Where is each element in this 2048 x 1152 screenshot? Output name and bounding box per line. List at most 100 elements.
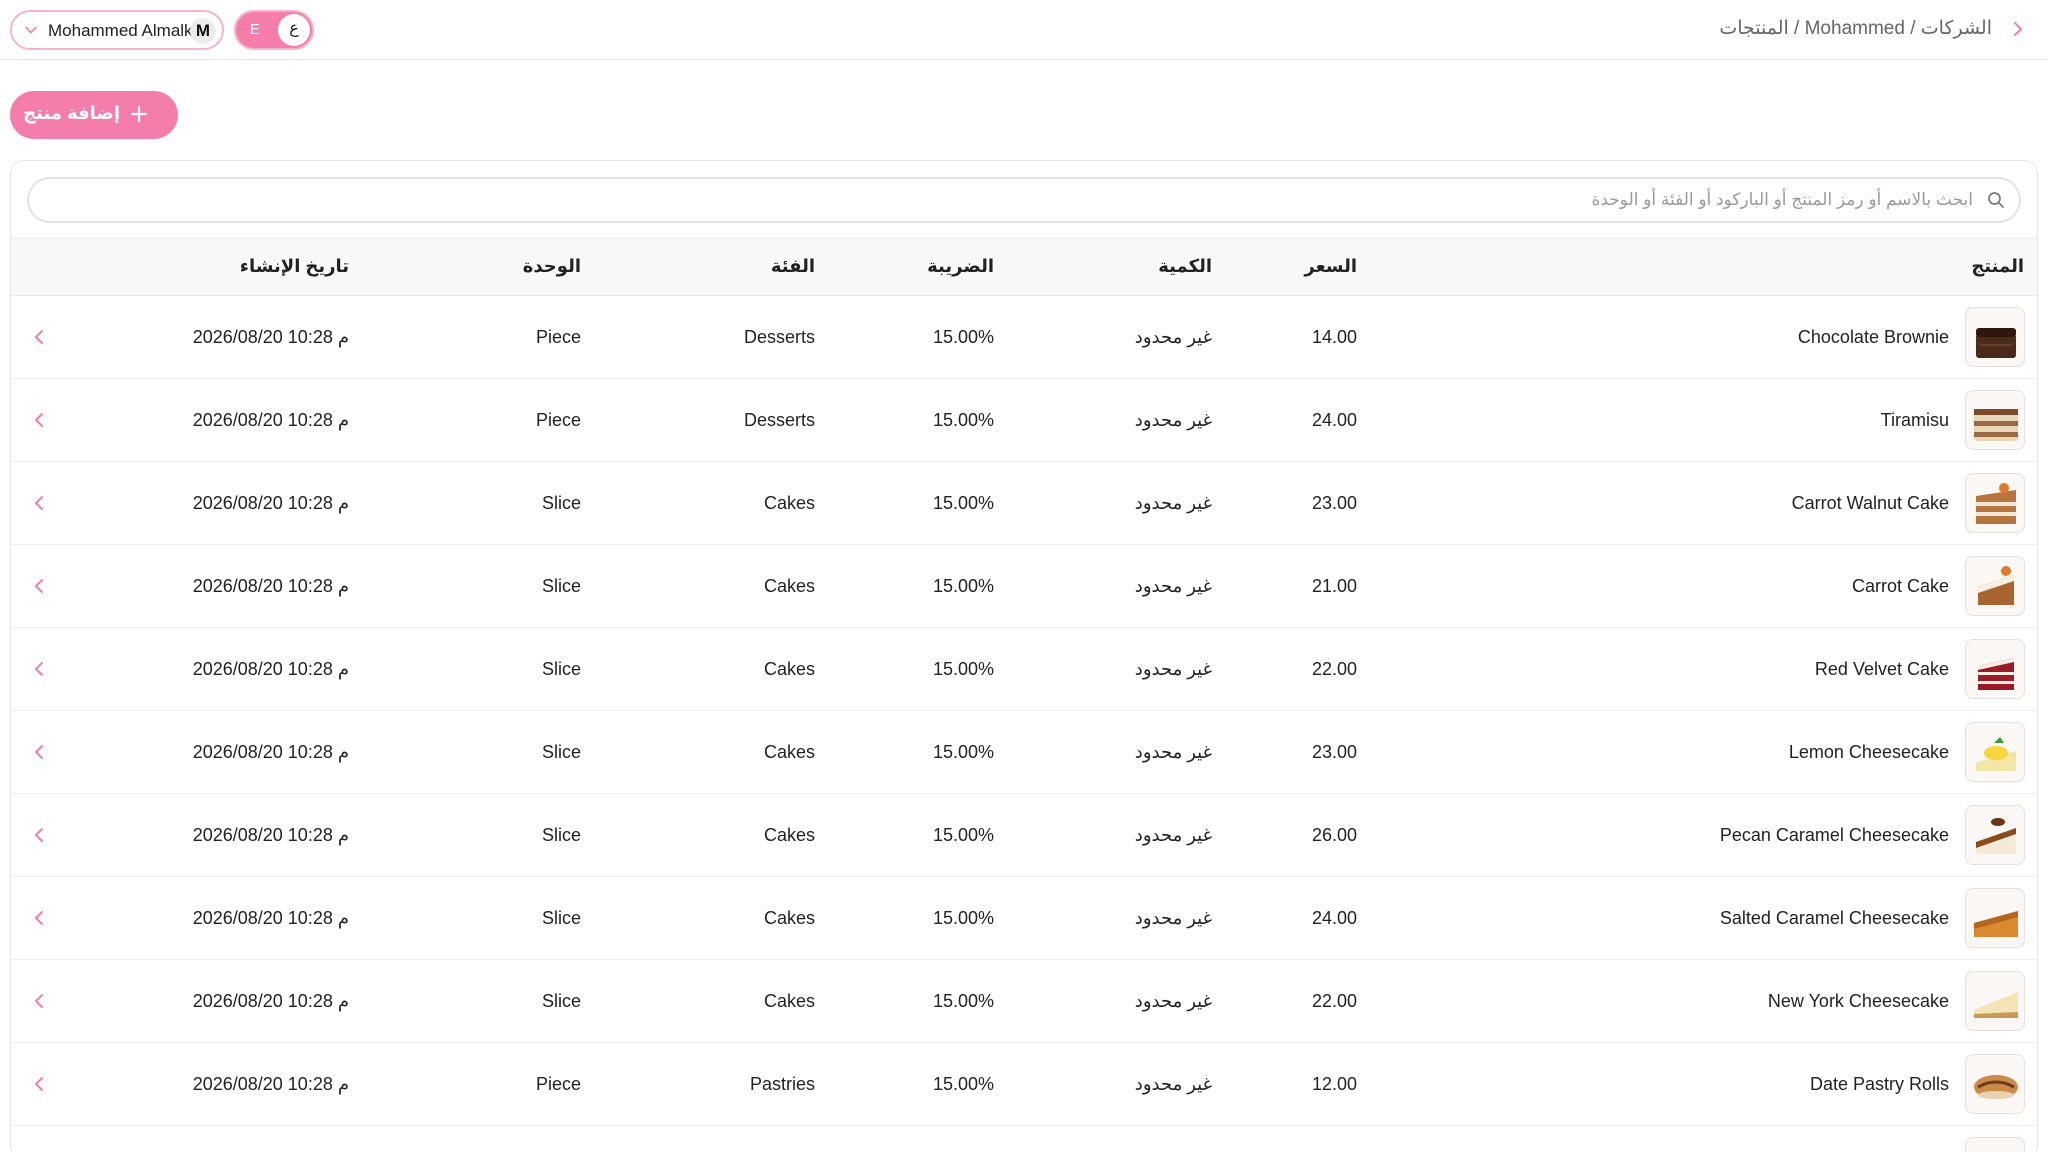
product-unit: Piece (535, 327, 581, 347)
table-row[interactable]: New York Cheesecake 22.00 غير محدود 15.00% C… (11, 960, 2037, 1043)
product-quantity: غير محدود (1134, 327, 1212, 347)
product-unit: Slice (541, 825, 581, 845)
search-icon (1988, 192, 2004, 208)
product-unit: Slice (541, 991, 581, 1011)
avatar: M (190, 18, 216, 44)
product-created: 2026/08/20 10:28 م (192, 410, 349, 430)
product-tax: 15.00% (932, 1074, 994, 1094)
chevron-left-icon[interactable] (33, 495, 45, 511)
chevron-right-icon[interactable] (2010, 20, 2026, 38)
chevron-down-icon (25, 26, 37, 34)
product-thumbnail (1965, 1137, 2025, 1152)
add-product-label: إضافة منتج (23, 103, 120, 123)
product-created: 2026/08/20 10:28 م (192, 576, 349, 596)
product-price: 21.00 (1311, 576, 1357, 596)
table-row[interactable]: Tiramisu 24.00 غير محدود 15.00% Desserts Piec… (11, 379, 2037, 462)
chevron-left-icon[interactable] (33, 993, 45, 1009)
product-quantity: غير محدود (1134, 493, 1212, 513)
product-unit: Slice (541, 493, 581, 513)
product-category: Cakes (763, 825, 815, 845)
product-name: Lemon Cheesecake (1788, 742, 1949, 762)
product-thumbnail (1965, 722, 2025, 782)
product-quantity: غير محدود (1134, 659, 1212, 679)
search-input[interactable]: ابحث بالاسم أو رمز المنتج أو الباركود أو… (27, 177, 2021, 223)
product-thumbnail (1965, 971, 2025, 1031)
chevron-left-icon[interactable] (33, 329, 45, 345)
chevron-left-icon[interactable] (33, 1076, 45, 1092)
language-toggle[interactable]: E ع (234, 10, 314, 50)
table-body: Chocolate Brownie 14.00 غير محدود 15.00% Des… (11, 296, 2037, 1152)
product-created: 2026/08/20 10:28 م (192, 659, 349, 679)
product-created: 2026/08/20 10:28 م (192, 493, 349, 513)
product-price: 22.00 (1311, 659, 1357, 679)
product-price: 24.00 (1311, 908, 1357, 928)
product-created: 2026/08/20 10:28 م (192, 991, 349, 1011)
column-header-quantity[interactable]: الكمية (1158, 256, 1212, 277)
product-category: Cakes (763, 991, 815, 1011)
product-created: 2026/08/20 10:28 م (192, 825, 349, 845)
breadcrumb[interactable]: الشركات / Mohammed / المنتجات (1719, 17, 1992, 40)
chevron-left-icon[interactable] (33, 910, 45, 926)
product-quantity: غير محدود (1134, 908, 1212, 928)
product-thumbnail (1965, 888, 2025, 948)
product-unit: Slice (541, 576, 581, 596)
product-quantity: غير محدود (1134, 742, 1212, 762)
chevron-left-icon[interactable] (33, 827, 45, 843)
top-bar: Mohammed Almalki M E ع الشركات / Mohamme… (0, 0, 2048, 60)
product-price: 14.00 (1311, 327, 1357, 347)
plus-icon (130, 105, 148, 123)
product-name: Carrot Cake (1851, 576, 1949, 596)
product-unit: Slice (541, 659, 581, 679)
product-name: New York Cheesecake (1767, 991, 1949, 1011)
product-tax: 15.00% (932, 908, 994, 928)
product-category: Cakes (763, 742, 815, 762)
lang-option-english[interactable]: E (250, 21, 260, 38)
product-name: Date Pastry Rolls (1809, 1074, 1949, 1094)
table-row[interactable]: Date Pastry Rolls 12.00 غير محدود 15.00% Pas… (11, 1043, 2037, 1126)
product-price: 22.00 (1311, 991, 1357, 1011)
product-tax: 15.00% (932, 991, 994, 1011)
column-header-created[interactable]: تاريخ الإنشاء (240, 256, 349, 277)
chevron-left-icon[interactable] (33, 578, 45, 594)
table-row[interactable]: Carrot Walnut Cake 23.00 غير محدود 15.00% Ca… (11, 462, 2037, 545)
product-thumbnail (1965, 307, 2025, 367)
table-row[interactable]: Pecan Caramel Cheesecake 26.00 غير محدود 15… (11, 794, 2037, 877)
product-thumbnail (1965, 556, 2025, 616)
product-thumbnail (1965, 390, 2025, 450)
product-quantity: غير محدود (1134, 1074, 1212, 1094)
product-category: Cakes (763, 659, 815, 679)
table-row[interactable]: Lemon Cheesecake 23.00 غير محدود 15.00% Cake… (11, 711, 2037, 794)
product-tax: 15.00% (932, 327, 994, 347)
add-product-button[interactable]: إضافة منتج (10, 91, 178, 139)
table-row[interactable]: Carrot Cake 21.00 غير محدود 15.00% Cakes Slic… (11, 545, 2037, 628)
chevron-left-icon[interactable] (33, 412, 45, 428)
column-header-unit[interactable]: الوحدة (523, 256, 581, 277)
table-row[interactable]: Red Velvet Cake 22.00 غير محدود 15.00% Cakes… (11, 628, 2037, 711)
column-header-tax[interactable]: الضريبة (927, 256, 994, 277)
product-category: Cakes (763, 576, 815, 596)
user-name: Mohammed Almalki (48, 21, 197, 40)
table-row[interactable] (11, 1126, 2037, 1152)
product-unit: Slice (541, 908, 581, 928)
table-row[interactable]: Salted Caramel Cheesecake 24.00 غير محدود 1… (11, 877, 2037, 960)
product-tax: 15.00% (932, 659, 994, 679)
product-tax: 15.00% (932, 576, 994, 596)
product-name: Pecan Caramel Cheesecake (1719, 825, 1949, 845)
product-tax: 15.00% (932, 742, 994, 762)
user-menu-button[interactable]: Mohammed Almalki M (10, 10, 224, 50)
chevron-left-icon[interactable] (33, 744, 45, 760)
column-header-price[interactable]: السعر (1304, 256, 1357, 277)
product-name: Carrot Walnut Cake (1791, 493, 1949, 513)
product-tax: 15.00% (932, 410, 994, 430)
table-row[interactable]: Chocolate Brownie 14.00 غير محدود 15.00% Des… (11, 296, 2037, 379)
product-price: 24.00 (1311, 410, 1357, 430)
product-quantity: غير محدود (1134, 576, 1212, 596)
lang-option-arabic[interactable]: ع (278, 14, 310, 46)
product-name: Chocolate Brownie (1797, 327, 1949, 347)
products-card: ابحث بالاسم أو رمز المنتج أو الباركود أو… (10, 160, 2038, 1152)
product-thumbnail (1965, 473, 2025, 533)
column-header-category[interactable]: الفئة (771, 256, 815, 277)
column-header-product[interactable]: المنتج (1971, 256, 2024, 277)
chevron-left-icon[interactable] (33, 661, 45, 677)
product-unit: Piece (535, 1074, 581, 1094)
